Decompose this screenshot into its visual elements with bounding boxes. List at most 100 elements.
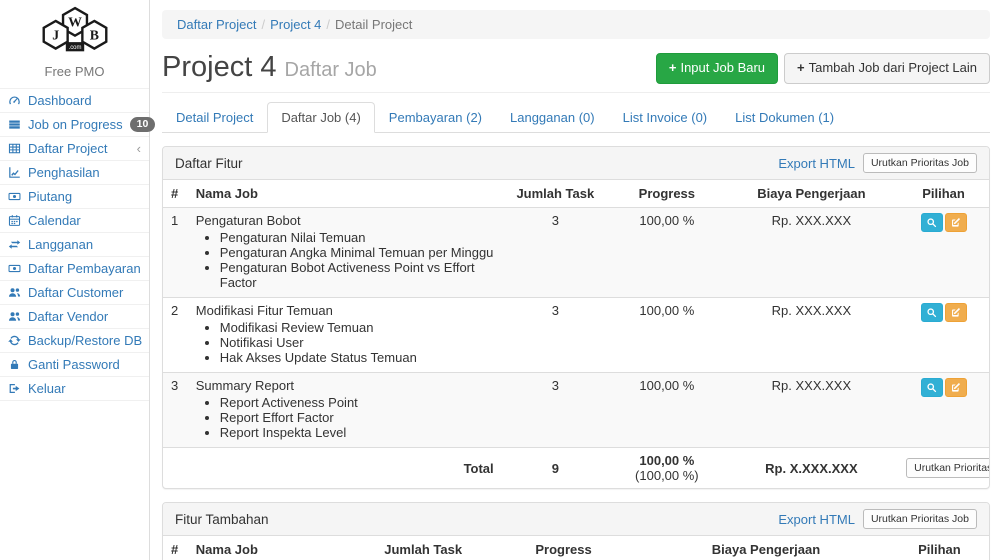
urutkan-prioritas-button[interactable]: Urutkan Prioritas Job	[906, 458, 990, 478]
col-header-nama-job: Nama Job	[188, 536, 361, 560]
panel-title: Daftar Fitur	[175, 156, 778, 171]
sidebar-item-daftar-customer[interactable]: Daftar Customer	[0, 281, 149, 305]
tab-list-invoice[interactable]: List Invoice (0)	[609, 102, 722, 133]
tambah-job-button[interactable]: +Tambah Job dari Project Lain	[784, 53, 990, 84]
job-subitem: Pengaturan Angka Minimal Temuan per Ming…	[220, 245, 494, 260]
job-subitem: Hak Akses Update Status Temuan	[220, 350, 494, 365]
app-window: W J B .com Free PMO Dashboard Job on Pro…	[0, 0, 1000, 560]
sidebar-item-dashboard[interactable]: Dashboard	[0, 88, 149, 113]
sidebar-item-daftar-pembayaran[interactable]: Daftar Pembayaran	[0, 257, 149, 281]
edit-job-button[interactable]	[945, 303, 967, 322]
col-header-pilihan: Pilihan	[890, 536, 989, 560]
row-tasks: 3	[502, 373, 609, 448]
panel-heading: Fitur Tambahan Export HTML Urutkan Prior…	[163, 503, 989, 536]
sidebar-item-calendar[interactable]: Calendar	[0, 209, 149, 233]
sidebar-item-piutang[interactable]: Piutang	[0, 185, 149, 209]
input-job-baru-button[interactable]: +Input Job Baru	[656, 53, 778, 84]
table-header-row: # Nama Job Jumlah Task Progress Biaya Pe…	[163, 180, 989, 208]
edit-icon	[950, 307, 961, 318]
sidebar-item-label: Langganan	[28, 237, 93, 252]
sidebar-item-label: Daftar Project	[28, 141, 107, 156]
logo-letter-j: J	[52, 27, 59, 42]
sidebar: W J B .com Free PMO Dashboard Job on Pro…	[0, 0, 150, 560]
breadcrumb-project-4[interactable]: Project 4	[270, 17, 321, 32]
sidebar-item-label: Ganti Password	[28, 357, 120, 372]
job-name: Pengaturan Bobot	[196, 213, 301, 228]
row-cost: Rp. XXX.XXX	[725, 373, 898, 448]
sidebar-item-label: Penghasilan	[28, 165, 100, 180]
col-header-nama-job: Nama Job	[188, 180, 502, 208]
sidebar-item-backup-restore[interactable]: Backup/Restore DB	[0, 329, 149, 353]
row-actions	[898, 208, 989, 298]
job-subitem: Pengaturan Bobot Activeness Point vs Eff…	[220, 260, 494, 290]
tab-list-dokumen[interactable]: List Dokumen (1)	[721, 102, 848, 133]
total-label: Total	[188, 448, 502, 489]
row-name-cell: Modifikasi Fitur Temuan Modifikasi Revie…	[188, 298, 502, 373]
money-icon	[8, 190, 21, 203]
sidebar-nav: Dashboard Job on Progress 10 Daftar Proj…	[0, 88, 149, 401]
sidebar-item-label: Job on Progress	[28, 117, 123, 132]
search-icon	[926, 217, 937, 228]
row-progress: 100,00 %	[609, 298, 725, 373]
sidebar-item-langganan[interactable]: Langganan	[0, 233, 149, 257]
col-header-progress: Progress	[485, 536, 642, 560]
tab-langganan[interactable]: Langganan (0)	[496, 102, 609, 133]
tab-bar: Detail Project Daftar Job (4) Pembayaran…	[162, 102, 990, 133]
breadcrumb-separator: /	[261, 17, 265, 32]
sidebar-item-job-on-progress[interactable]: Job on Progress 10	[0, 113, 149, 137]
sidebar-item-label: Daftar Vendor	[28, 309, 108, 324]
breadcrumb-current: Detail Project	[335, 17, 412, 32]
col-header-biaya: Biaya Pengerjaan	[642, 536, 890, 560]
col-header-jumlah-task: Jumlah Task	[502, 180, 609, 208]
urutkan-prioritas-button[interactable]: Urutkan Prioritas Job	[863, 509, 977, 529]
view-job-button[interactable]	[921, 378, 943, 397]
page-header: Project 4 Daftar Job +Input Job Baru +Ta…	[162, 51, 990, 93]
row-cost: Rp. XXX.XXX	[725, 208, 898, 298]
sidebar-item-penghasilan[interactable]: Penghasilan	[0, 161, 149, 185]
col-header-pilihan: Pilihan	[898, 180, 989, 208]
job-subitems: Modifikasi Review Temuan Notifikasi User…	[220, 320, 494, 365]
logo-letter-w: W	[68, 14, 82, 29]
breadcrumb: Daftar Project/Project 4/Detail Project	[162, 10, 990, 39]
table-header-row: # Nama Job Jumlah Task Progress Biaya Pe…	[163, 536, 989, 560]
lock-icon	[8, 358, 21, 371]
row-num: 1	[163, 208, 188, 298]
col-header-biaya: Biaya Pengerjaan	[725, 180, 898, 208]
sidebar-item-label: Daftar Pembayaran	[28, 261, 141, 276]
job-subitem: Report Effort Factor	[220, 410, 494, 425]
col-header-num: #	[163, 180, 188, 208]
tab-daftar-job[interactable]: Daftar Job (4)	[267, 102, 374, 133]
table-row: 1 Pengaturan Bobot Pengaturan Nilai Temu…	[163, 208, 989, 298]
tab-pembayaran[interactable]: Pembayaran (2)	[375, 102, 496, 133]
sidebar-item-ganti-password[interactable]: Ganti Password	[0, 353, 149, 377]
search-icon	[926, 382, 937, 393]
breadcrumb-daftar-project[interactable]: Daftar Project	[177, 17, 256, 32]
edit-job-button[interactable]	[945, 378, 967, 397]
col-header-progress: Progress	[609, 180, 725, 208]
job-subitem: Report Activeness Point	[220, 395, 494, 410]
urutkan-prioritas-button[interactable]: Urutkan Prioritas Job	[863, 153, 977, 173]
edit-job-button[interactable]	[945, 213, 967, 232]
app-logo: W J B .com	[0, 0, 149, 62]
total-progress: 100,00 % (100,00 %)	[609, 448, 725, 489]
row-name-cell: Pengaturan Bobot Pengaturan Nilai Temuan…	[188, 208, 502, 298]
users-icon	[8, 286, 21, 299]
money-icon	[8, 262, 21, 275]
export-html-link[interactable]: Export HTML	[778, 156, 855, 171]
logo-letter-b: B	[89, 27, 98, 42]
export-html-link[interactable]: Export HTML	[778, 512, 855, 527]
view-job-button[interactable]	[921, 303, 943, 322]
row-tasks: 3	[502, 208, 609, 298]
sidebar-item-daftar-vendor[interactable]: Daftar Vendor	[0, 305, 149, 329]
edit-icon	[950, 382, 961, 393]
job-subitem: Report Inspekta Level	[220, 425, 494, 440]
tab-detail-project[interactable]: Detail Project	[162, 102, 267, 133]
sidebar-item-label: Dashboard	[28, 93, 92, 108]
job-subitem: Modifikasi Review Temuan	[220, 320, 494, 335]
sidebar-item-label: Piutang	[28, 189, 72, 204]
view-job-button[interactable]	[921, 213, 943, 232]
retweet-icon	[8, 238, 21, 251]
sidebar-item-keluar[interactable]: Keluar	[0, 377, 149, 401]
sidebar-item-daftar-project[interactable]: Daftar Project ‹	[0, 137, 149, 161]
line-chart-icon	[8, 166, 21, 179]
